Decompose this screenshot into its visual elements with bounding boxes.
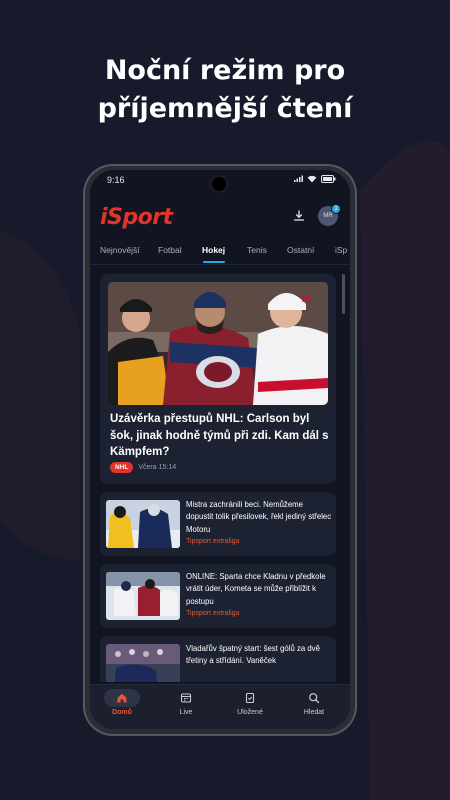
list-item[interactable]: Mistra zachránili beci. Nemůžeme dopusti…: [100, 492, 336, 556]
list-item[interactable]: Vladařův špatný start: šest gólů za dvě …: [100, 636, 336, 682]
promo-line-2: příjemnější čtení: [97, 93, 353, 124]
scrollbar[interactable]: [342, 274, 345, 314]
nav-home-pill: [104, 689, 140, 707]
article-time: Včera 15:14: [138, 464, 177, 471]
battery-icon: [321, 175, 336, 183]
tabs-divider: [90, 264, 350, 265]
article-tag: Tipsport extraliga: [186, 610, 240, 617]
tab-tenis[interactable]: Tenis: [247, 245, 267, 255]
nav-search-pill: [296, 689, 332, 707]
article-thumbnail: [106, 500, 180, 548]
hero-article-meta: NHL Včera 15:14: [110, 462, 176, 473]
article-feed: 74 Uzávěrka přestupů NHL: Carlson byl šo…: [90, 266, 350, 682]
promo-headline: Noční režim pro příjemnější čtení: [0, 52, 450, 128]
signal-icon: [294, 175, 303, 182]
nav-home-label: Domů: [112, 709, 132, 716]
nav-live-label: Live: [179, 709, 193, 716]
promo-line-1: Noční režim pro: [104, 55, 346, 86]
list-item[interactable]: ONLINE: Sparta chce Kladnu v předkole vr…: [100, 564, 336, 628]
notification-badge: 1: [331, 204, 341, 214]
nav-live[interactable]: Live: [156, 689, 216, 716]
bookmark-icon: [245, 692, 255, 704]
tab-nejnovejsi[interactable]: Nejnovější: [100, 245, 140, 255]
nav-live-pill: [168, 689, 204, 707]
tab-ostatni[interactable]: Ostatní: [287, 245, 314, 255]
article-thumbnail: [106, 572, 180, 620]
active-tab-indicator: [203, 261, 225, 263]
hero-article-card[interactable]: 74 Uzávěrka přestupů NHL: Carlson byl šo…: [100, 274, 336, 484]
status-icons: [293, 175, 336, 183]
phone-frame: 9:16 iSport MR 1 Nejnovější Fotbal Hokej…: [83, 164, 357, 736]
nav-search-label: Hledat: [303, 709, 325, 716]
status-time: 9:16: [107, 175, 125, 185]
nav-saved[interactable]: Uložené: [220, 689, 280, 716]
isport-logo[interactable]: iSport: [100, 205, 173, 230]
download-icon[interactable]: [293, 210, 305, 222]
article-title[interactable]: Vladařův špatný start: šest gólů za dvě …: [186, 643, 332, 668]
hero-image: 74: [108, 282, 328, 405]
home-icon: [117, 693, 127, 703]
svg-text:74: 74: [301, 295, 310, 304]
app-screen: 9:16 iSport MR 1 Nejnovější Fotbal Hokej…: [90, 170, 350, 729]
article-tag: Tipsport extraliga: [186, 538, 240, 545]
nav-home[interactable]: Domů: [92, 689, 152, 716]
nav-saved-label: Uložené: [237, 709, 263, 716]
category-badge: NHL: [110, 462, 134, 473]
nav-search[interactable]: Hledat: [284, 689, 344, 716]
camera-cutout: [212, 177, 226, 191]
live-icon: [180, 693, 192, 703]
app-header: iSport MR 1: [90, 198, 350, 238]
article-title[interactable]: Mistra zachránili beci. Nemůžeme dopusti…: [186, 499, 332, 536]
search-icon: [309, 693, 320, 704]
category-tabs: Nejnovější Fotbal Hokej Tenis Ostatní iS…: [90, 240, 350, 264]
bottom-navigation: Domů Live Uložené Hledat: [90, 684, 350, 729]
tab-fotbal[interactable]: Fotbal: [158, 245, 182, 255]
article-thumbnail: [106, 644, 180, 682]
tab-isport[interactable]: iSp: [335, 245, 347, 255]
hero-article-title[interactable]: Uzávěrka přestupů NHL: Carlson byl šok, …: [110, 411, 330, 461]
wifi-icon: [307, 175, 317, 183]
nav-saved-pill: [232, 689, 268, 707]
tab-hokej[interactable]: Hokej: [202, 245, 225, 255]
article-title[interactable]: ONLINE: Sparta chce Kladnu v předkole vr…: [186, 571, 332, 608]
status-bar: 9:16: [90, 170, 350, 191]
